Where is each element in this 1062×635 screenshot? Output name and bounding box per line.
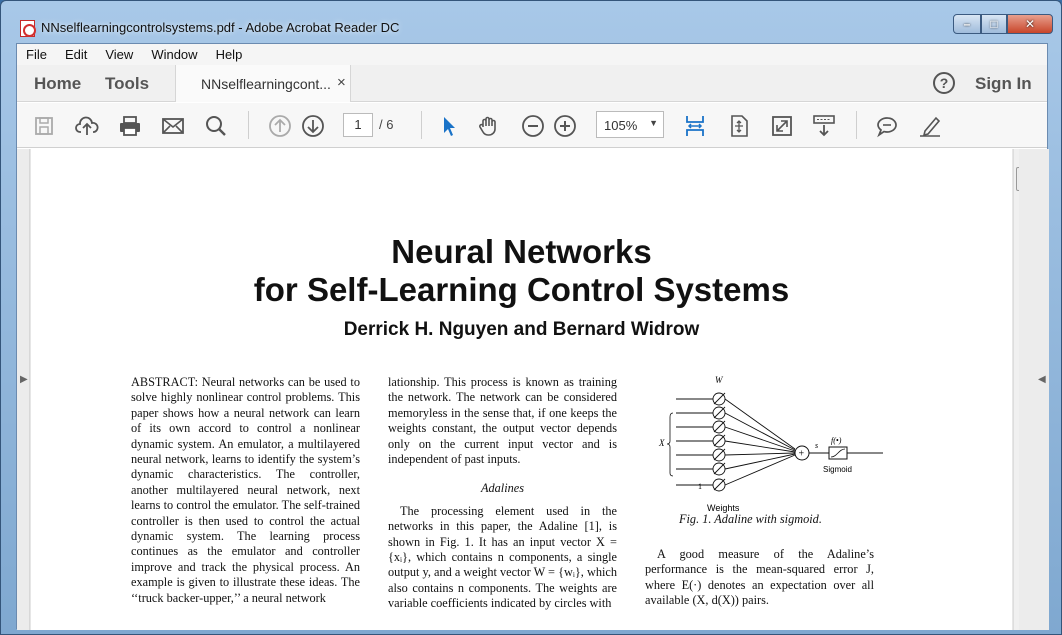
fig-label-s: s: [815, 441, 818, 450]
page-total: / 6: [379, 117, 394, 132]
window-controls: – □ ✕: [953, 14, 1053, 34]
paragraph-adaline: The processing element used in the netwo…: [388, 503, 617, 611]
abstract-column: ABSTRACT: Neural networks can be used to…: [131, 375, 360, 606]
menu-file[interactable]: File: [17, 47, 56, 62]
document-tab-label: NNselflearningcont...: [201, 76, 331, 92]
previous-page-icon[interactable]: [267, 113, 293, 139]
fig-label-sigmoid: Sigmoid: [823, 465, 852, 474]
expand-left-panel-icon[interactable]: ▶: [20, 374, 28, 385]
zoom-out-icon[interactable]: [520, 113, 546, 139]
right-panel-toggle[interactable]: ◀: [1019, 149, 1049, 630]
abstract-text: ABSTRACT: Neural networks can be used to…: [131, 375, 360, 605]
body-column-2: lationship. This process is known as tra…: [388, 375, 617, 612]
title-bar[interactable]: NNselflearningcontrolsystems.pdf - Adobe…: [1, 1, 1061, 43]
menu-view[interactable]: View: [96, 47, 142, 62]
next-page-icon[interactable]: [300, 113, 326, 139]
acrobat-pdf-icon: [20, 20, 36, 37]
pdf-page: Neural Networks for Self-Learning Contro…: [31, 149, 1012, 630]
fig-label-x: X: [658, 438, 665, 448]
help-icon[interactable]: ?: [933, 72, 955, 94]
page-number-input[interactable]: 1: [343, 113, 373, 137]
email-icon[interactable]: [160, 113, 186, 139]
document-view[interactable]: ▶ Neural Networks for Self-Learning Cont…: [17, 149, 1049, 630]
zoom-in-icon[interactable]: [552, 113, 578, 139]
body-column-3: A good measure of the Adaline’s performa…: [645, 547, 874, 609]
adaline-figure: W X 1 + s f(•) Sigmoid Weights: [658, 375, 883, 513]
paragraph-mse: A good measure of the Adaline’s performa…: [645, 547, 874, 608]
figure-caption: Fig. 1. Adaline with sigmoid.: [679, 512, 822, 526]
paper-authors: Derrick H. Nguyen and Bernard Widrow: [343, 319, 700, 340]
summing-lines: [724, 398, 796, 486]
menu-help[interactable]: Help: [207, 47, 252, 62]
paragraph-training: lationship. This process is known as tra…: [388, 375, 617, 467]
expand-right-panel-icon[interactable]: ◀: [1038, 374, 1046, 385]
left-panel-toggle[interactable]: ▶: [17, 149, 30, 630]
zoom-level-select[interactable]: 105% ▼: [596, 111, 664, 138]
tab-tools[interactable]: Tools: [105, 74, 149, 94]
sign-icon[interactable]: [917, 113, 943, 139]
comment-icon[interactable]: [874, 113, 900, 139]
tab-document[interactable]: NNselflearningcont... ×: [175, 65, 351, 102]
save-icon[interactable]: [31, 113, 57, 139]
hand-tool-icon[interactable]: [476, 113, 502, 139]
paper-title-line-2: for Self-Learning Control Systems: [253, 271, 790, 308]
menu-bar: File Edit View Window Help: [17, 44, 1047, 65]
window-title: NNselflearningcontrolsystems.pdf - Adobe…: [41, 20, 400, 35]
app-client-area: File Edit View Window Help Home Tools NN…: [16, 43, 1049, 630]
scroll-mode-icon[interactable]: [682, 113, 708, 139]
tab-bar: Home Tools NNselflearningcont... × ? Sig…: [17, 65, 1047, 102]
paper-title-line-1: Neural Networks: [391, 233, 652, 270]
tab-home[interactable]: Home: [34, 74, 81, 94]
select-cursor-icon[interactable]: [436, 113, 462, 139]
weight-circles: [676, 392, 726, 492]
zoom-level-value: 105%: [604, 118, 638, 133]
chevron-down-icon: ▼: [649, 118, 658, 128]
fig-label-w: W: [715, 375, 724, 385]
sign-in-button[interactable]: Sign In: [975, 74, 1032, 94]
menu-window[interactable]: Window: [142, 47, 206, 62]
menu-edit[interactable]: Edit: [56, 47, 96, 62]
close-tab-icon[interactable]: ×: [337, 74, 346, 91]
svg-text:+: +: [799, 449, 805, 460]
fit-page-icon[interactable]: [726, 113, 752, 139]
upload-cloud-icon[interactable]: [74, 113, 100, 139]
toolbar-separator: [421, 111, 422, 139]
fig-label-f: f(•): [831, 436, 842, 445]
app-window: NNselflearningcontrolsystems.pdf - Adobe…: [0, 0, 1062, 635]
full-screen-icon[interactable]: [769, 113, 795, 139]
toolbar: 1 / 6 105% ▼: [17, 103, 1047, 148]
close-button[interactable]: ✕: [1007, 14, 1053, 34]
search-icon[interactable]: [203, 113, 229, 139]
section-heading-adalines: Adalines: [480, 481, 525, 496]
toolbar-separator: [856, 111, 857, 139]
minimize-button[interactable]: –: [953, 14, 981, 34]
fig-label-one: 1: [698, 482, 702, 491]
maximize-button[interactable]: □: [981, 14, 1007, 34]
read-mode-icon[interactable]: [811, 113, 837, 139]
toolbar-separator: [248, 111, 249, 139]
print-icon[interactable]: [117, 113, 143, 139]
